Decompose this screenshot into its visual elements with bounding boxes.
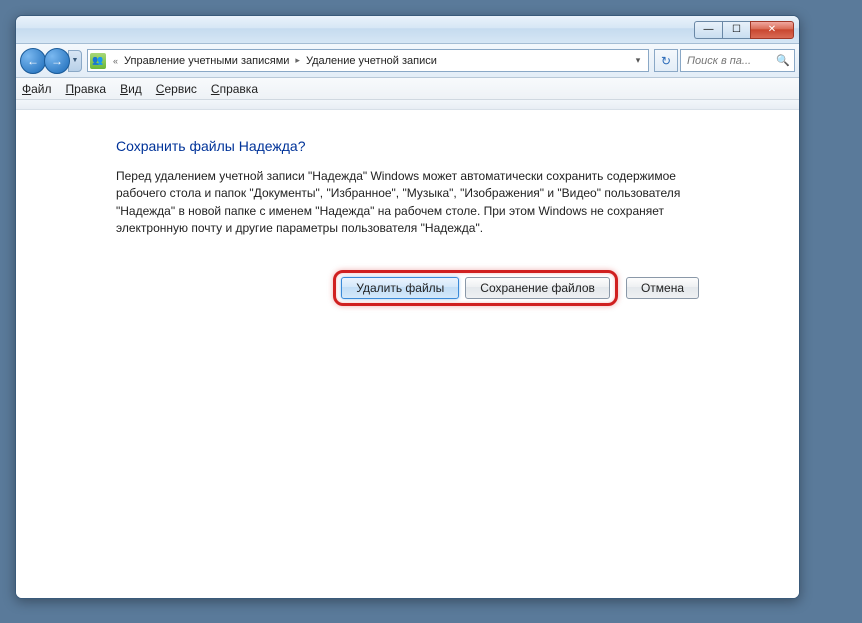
chevron-right-icon: ▸ (295, 55, 300, 66)
menu-edit[interactable]: Правка (66, 82, 107, 96)
menu-file[interactable]: Файл (22, 82, 52, 96)
titlebar[interactable]: — ☐ ✕ (16, 16, 799, 44)
chevron-down-icon: ▼ (72, 57, 79, 64)
arrow-right-icon: → (51, 54, 63, 68)
action-buttons: Удалить файлы Сохранение файлов Отмена (116, 270, 699, 306)
menu-bar: Файл Правка Вид Сервис Справка (16, 78, 799, 100)
cancel-button[interactable]: Отмена (626, 277, 699, 299)
navigation-bar: ← → ▼ 👥 « Управление учетными записями ▸… (16, 44, 799, 78)
window-controls: — ☐ ✕ (694, 21, 794, 39)
maximize-button[interactable]: ☐ (722, 21, 750, 39)
search-input[interactable] (685, 54, 776, 68)
toolbar-spacer (16, 100, 799, 110)
forward-button[interactable]: → (44, 48, 70, 74)
back-button[interactable]: ← (20, 48, 46, 74)
explorer-window: — ☐ ✕ ← → ▼ 👥 « Управление учетными запи… (15, 15, 800, 599)
save-files-button[interactable]: Сохранение файлов (465, 277, 610, 299)
breadcrumb-seg-1[interactable]: Управление учетными записями (121, 53, 292, 69)
address-bar[interactable]: 👥 « Управление учетными записями ▸ Удале… (87, 49, 649, 72)
search-box[interactable]: 🔍 (680, 49, 795, 72)
control-panel-icon: 👥 (90, 53, 106, 69)
delete-files-button[interactable]: Удалить файлы (341, 277, 459, 299)
nav-arrows: ← → (20, 48, 68, 74)
refresh-button[interactable]: ↻ (654, 49, 678, 72)
minimize-button[interactable]: — (694, 21, 722, 39)
description-text: Перед удалением учетной записи "Надежда"… (116, 168, 699, 238)
breadcrumb-prefix: « (113, 56, 118, 66)
nav-history-dropdown[interactable]: ▼ (68, 50, 82, 72)
refresh-icon: ↻ (661, 54, 671, 68)
arrow-left-icon: ← (27, 54, 39, 68)
content-area: Сохранить файлы Надежда? Перед удалением… (16, 110, 799, 598)
search-icon: 🔍 (776, 54, 790, 67)
menu-help[interactable]: Справка (211, 82, 258, 96)
menu-view[interactable]: Вид (120, 82, 142, 96)
close-button[interactable]: ✕ (750, 21, 794, 39)
page-title: Сохранить файлы Надежда? (116, 138, 699, 154)
menu-tools[interactable]: Сервис (156, 82, 197, 96)
breadcrumb-seg-2[interactable]: Удаление учетной записи (303, 53, 440, 69)
address-dropdown[interactable]: ▾ (630, 53, 646, 69)
highlight-annotation: Удалить файлы Сохранение файлов (333, 270, 618, 306)
